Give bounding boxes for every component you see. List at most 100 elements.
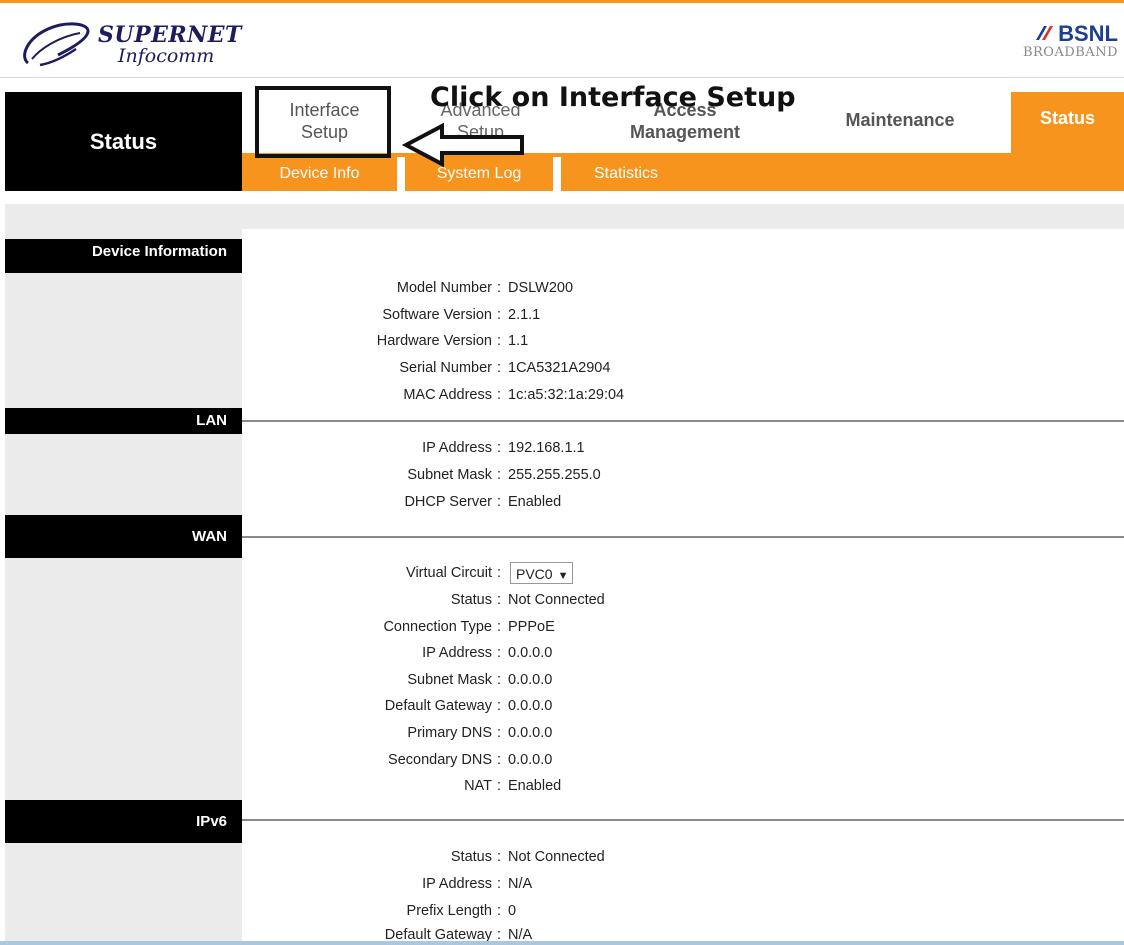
subtab-device-info[interactable]: Device Info — [242, 153, 397, 191]
colon: : — [497, 333, 502, 349]
row-label: Default Gateway — [384, 698, 492, 714]
colon: : — [497, 387, 502, 403]
row-label: Connection Type — [383, 619, 492, 635]
header-divider — [0, 77, 1124, 78]
highlight-box — [255, 86, 391, 158]
section-rule — [242, 536, 1124, 538]
colon: : — [497, 849, 502, 865]
row-label: IP Address — [422, 876, 492, 892]
bsnl-logo: BSNL BROADBAND — [1008, 21, 1118, 67]
partner-sub: BROADBAND — [1022, 45, 1118, 60]
swoosh-logo-icon — [23, 22, 90, 67]
info-row: Subnet Mask:255.255.255.0 — [242, 463, 1124, 489]
info-row: Status: Not Connected — [242, 845, 1124, 871]
colon: : — [497, 592, 502, 608]
subtab-statistics[interactable]: Statistics — [561, 153, 691, 191]
row-value: 0 — [508, 903, 517, 919]
info-row: Primary DNS:0.0.0.0 — [242, 721, 1124, 747]
info-row: IP Address:192.168.1.1 — [242, 436, 1124, 462]
colon: : — [497, 360, 502, 376]
section-device-info: Device Information — [5, 239, 242, 273]
info-row: Software Version:2.1.1 — [242, 303, 1124, 329]
row-label: Subnet Mask — [407, 672, 492, 688]
row-value: N/A — [508, 927, 533, 941]
row-value: 0.0.0.0 — [508, 725, 553, 741]
info-row: DHCP Server: Enabled — [242, 490, 1124, 516]
row-label: Subnet Mask — [407, 467, 492, 483]
row-value: 0.0.0.0 — [508, 698, 553, 714]
colon: : — [497, 280, 502, 296]
row-value: 0.0.0.0 — [508, 672, 553, 688]
colon: : — [497, 778, 502, 794]
page-header: SUPERNET Infocomm BSNL BROADBAND — [0, 3, 1124, 77]
arrow-left-icon — [402, 122, 524, 168]
tab-label: Maintenance — [845, 110, 955, 130]
colon: : — [497, 467, 502, 483]
dropdown-arrow-icon: ▼ — [557, 570, 569, 582]
row-value: PPPoE — [508, 619, 555, 635]
tab-label: Management — [629, 122, 741, 142]
row-label: Virtual Circuit — [406, 565, 492, 581]
section-rule — [242, 420, 1124, 422]
brand-sub: Infocomm — [118, 45, 215, 67]
colon: : — [497, 927, 502, 941]
info-row: Model Number: DSLW200 — [242, 276, 1124, 302]
colon: : — [497, 876, 502, 892]
info-row: IP Address:0.0.0.0 — [242, 641, 1124, 667]
row-value: Not Connected — [508, 849, 605, 865]
info-row: MAC Address:1c:a5:32:1a:29:04 — [242, 383, 1124, 409]
section-lan: LAN — [5, 408, 242, 434]
row-value: DSLW200 — [508, 280, 574, 296]
row-label: Status — [450, 592, 492, 608]
colon: : — [497, 698, 502, 714]
row-label: Prefix Length — [406, 903, 492, 919]
row-value: Not Connected — [508, 592, 605, 608]
row-label: Software Version — [382, 307, 492, 323]
row-label: IP Address — [422, 440, 492, 456]
row-value: 192.168.1.1 — [508, 440, 585, 456]
info-row: Secondary DNS:0.0.0.0 — [242, 748, 1124, 774]
row-label: DHCP Server — [404, 494, 492, 510]
section-wan: WAN — [5, 515, 242, 558]
colon: : — [497, 645, 502, 661]
info-row: Status: Not Connected — [242, 588, 1124, 614]
colon: : — [497, 672, 502, 688]
info-row: Hardware Version:1.1 — [242, 329, 1124, 355]
row-label: Status — [450, 849, 492, 865]
colon: : — [497, 440, 502, 456]
info-row: Default Gateway: N/A — [242, 923, 1124, 941]
row-label: Default Gateway — [384, 927, 492, 941]
bsnl-mark-icon — [1035, 26, 1053, 40]
virtual-circuit-select[interactable]: PVC0 ▼ — [510, 562, 574, 584]
row-value: Enabled — [508, 778, 562, 794]
partner-name: BSNL — [1058, 21, 1118, 46]
row-value: 255.255.255.0 — [508, 467, 601, 483]
row-label: Model Number — [396, 280, 492, 296]
info-row: NAT: Enabled — [242, 774, 1124, 800]
row-label: Serial Number — [399, 360, 492, 376]
row-label: IP Address — [422, 645, 492, 661]
colon: : — [497, 565, 502, 581]
colon: : — [497, 752, 502, 768]
supernet-logo: SUPERNET Infocomm — [18, 19, 248, 75]
row-value: 1c:a5:32:1a:29:04 — [508, 387, 625, 403]
instruction-text: Click on Interface Setup — [430, 82, 796, 113]
section-title: Status — [5, 92, 242, 191]
horizontal-scrollbar[interactable] — [0, 941, 1124, 945]
tab-maintenance[interactable]: Maintenance — [825, 109, 975, 131]
section-rule — [242, 819, 1124, 821]
info-row: Default Gateway:0.0.0.0 — [242, 694, 1124, 720]
row-label: Secondary DNS — [388, 752, 492, 768]
tab-status[interactable]: Status — [1011, 92, 1124, 153]
subtab-divider — [553, 157, 561, 191]
colon: : — [497, 307, 502, 323]
colon: : — [497, 903, 502, 919]
row-value: 0.0.0.0 — [508, 645, 553, 661]
colon: : — [497, 725, 502, 741]
row-value: 1.1 — [508, 333, 529, 349]
row-value: Enabled — [508, 494, 562, 510]
row-label: MAC Address — [403, 387, 492, 403]
row-value: N/A — [508, 876, 533, 892]
virtual-circuit-row: Virtual Circuit: PVC0 ▼ — [242, 561, 1124, 587]
row-label: Hardware Version — [376, 333, 492, 349]
